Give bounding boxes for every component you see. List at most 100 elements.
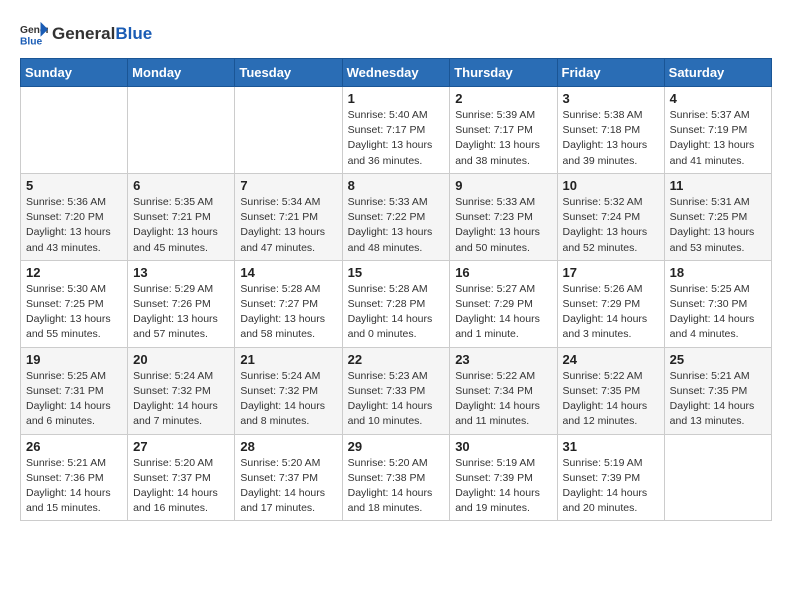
calendar-cell: 9 Sunrise: 5:33 AMSunset: 7:23 PMDaylight… xyxy=(450,173,557,260)
week-row-3: 12Sunrise: 5:30 AMSunset: 7:25 PMDayligh… xyxy=(21,260,772,347)
calendar-cell: 31 Sunrise: 5:19 AMSunset: 7:39 PMDayligh… xyxy=(557,434,664,521)
calendar-cell xyxy=(664,434,771,521)
week-row-1: 1Sunrise: 5:40 AMSunset: 7:17 PMDaylight… xyxy=(21,87,772,174)
calendar-cell: 25 Sunrise: 5:21 AMSunset: 7:35 PMDayligh… xyxy=(664,347,771,434)
day-info: Sunrise: 5:22 AMSunset: 7:34 PMDaylight:… xyxy=(455,369,551,430)
weekday-header-sunday: Sunday xyxy=(21,59,128,87)
day-info: Sunrise: 5:34 AMSunset: 7:21 PMDaylight:… xyxy=(240,195,336,256)
weekday-header-tuesday: Tuesday xyxy=(235,59,342,87)
day-info: Sunrise: 5:29 AMSunset: 7:26 PMDaylight:… xyxy=(133,282,229,343)
calendar-cell xyxy=(128,87,235,174)
day-number: 20 xyxy=(133,352,229,367)
week-row-2: 5 Sunrise: 5:36 AMSunset: 7:20 PMDaylight… xyxy=(21,173,772,260)
day-number: 3 xyxy=(563,91,659,106)
day-info: Sunrise: 5:20 AMSunset: 7:38 PMDaylight:… xyxy=(348,456,445,517)
calendar-cell: 19Sunrise: 5:25 AMSunset: 7:31 PMDayligh… xyxy=(21,347,128,434)
day-number: 24 xyxy=(563,352,659,367)
calendar-cell: 21Sunrise: 5:24 AMSunset: 7:32 PMDayligh… xyxy=(235,347,342,434)
page-header: General Blue GeneralBlue xyxy=(20,20,772,48)
logo-icon: General Blue xyxy=(20,20,48,48)
day-number: 31 xyxy=(563,439,659,454)
day-number: 14 xyxy=(240,265,336,280)
day-number: 9 xyxy=(455,178,551,193)
calendar-cell xyxy=(21,87,128,174)
day-info: Sunrise: 5:26 AMSunset: 7:29 PMDaylight:… xyxy=(563,282,659,343)
day-info: Sunrise: 5:21 AMSunset: 7:36 PMDaylight:… xyxy=(26,456,122,517)
calendar-cell: 23 Sunrise: 5:22 AMSunset: 7:34 PMDayligh… xyxy=(450,347,557,434)
day-number: 26 xyxy=(26,439,122,454)
day-info: Sunrise: 5:20 AMSunset: 7:37 PMDaylight:… xyxy=(133,456,229,517)
logo-blue: Blue xyxy=(115,24,152,43)
day-info: Sunrise: 5:33 AMSunset: 7:22 PMDaylight:… xyxy=(348,195,445,256)
calendar-cell: 7 Sunrise: 5:34 AMSunset: 7:21 PMDaylight… xyxy=(235,173,342,260)
svg-text:Blue: Blue xyxy=(20,36,43,47)
day-number: 21 xyxy=(240,352,336,367)
calendar-cell: 8 Sunrise: 5:33 AMSunset: 7:22 PMDaylight… xyxy=(342,173,450,260)
day-number: 1 xyxy=(348,91,445,106)
day-info: Sunrise: 5:24 AMSunset: 7:32 PMDaylight:… xyxy=(133,369,229,430)
weekday-header-saturday: Saturday xyxy=(664,59,771,87)
calendar-cell: 14 Sunrise: 5:28 AMSunset: 7:27 PMDayligh… xyxy=(235,260,342,347)
day-info: Sunrise: 5:27 AMSunset: 7:29 PMDaylight:… xyxy=(455,282,551,343)
day-info: Sunrise: 5:19 AMSunset: 7:39 PMDaylight:… xyxy=(563,456,659,517)
calendar-cell: 4 Sunrise: 5:37 AMSunset: 7:19 PMDaylight… xyxy=(664,87,771,174)
day-number: 2 xyxy=(455,91,551,106)
day-number: 27 xyxy=(133,439,229,454)
day-number: 6 xyxy=(133,178,229,193)
day-info: Sunrise: 5:28 AMSunset: 7:27 PMDaylight:… xyxy=(240,282,336,343)
calendar-cell: 15Sunrise: 5:28 AMSunset: 7:28 PMDayligh… xyxy=(342,260,450,347)
week-row-5: 26 Sunrise: 5:21 AMSunset: 7:36 PMDayligh… xyxy=(21,434,772,521)
calendar-cell: 11 Sunrise: 5:31 AMSunset: 7:25 PMDayligh… xyxy=(664,173,771,260)
day-info: Sunrise: 5:31 AMSunset: 7:25 PMDaylight:… xyxy=(670,195,766,256)
day-info: Sunrise: 5:25 AMSunset: 7:30 PMDaylight:… xyxy=(670,282,766,343)
calendar-cell: 28Sunrise: 5:20 AMSunset: 7:37 PMDayligh… xyxy=(235,434,342,521)
calendar-cell: 3 Sunrise: 5:38 AMSunset: 7:18 PMDaylight… xyxy=(557,87,664,174)
calendar-cell: 10Sunrise: 5:32 AMSunset: 7:24 PMDayligh… xyxy=(557,173,664,260)
calendar-cell: 5 Sunrise: 5:36 AMSunset: 7:20 PMDaylight… xyxy=(21,173,128,260)
day-number: 29 xyxy=(348,439,445,454)
calendar-cell: 29 Sunrise: 5:20 AMSunset: 7:38 PMDayligh… xyxy=(342,434,450,521)
calendar-cell xyxy=(235,87,342,174)
day-info: Sunrise: 5:39 AMSunset: 7:17 PMDaylight:… xyxy=(455,108,551,169)
calendar-cell: 20 Sunrise: 5:24 AMSunset: 7:32 PMDayligh… xyxy=(128,347,235,434)
day-info: Sunrise: 5:33 AMSunset: 7:23 PMDaylight:… xyxy=(455,195,551,256)
day-info: Sunrise: 5:22 AMSunset: 7:35 PMDaylight:… xyxy=(563,369,659,430)
day-info: Sunrise: 5:19 AMSunset: 7:39 PMDaylight:… xyxy=(455,456,551,517)
logo: General Blue GeneralBlue xyxy=(20,20,152,48)
calendar-cell: 24 Sunrise: 5:22 AMSunset: 7:35 PMDayligh… xyxy=(557,347,664,434)
day-number: 22 xyxy=(348,352,445,367)
day-number: 5 xyxy=(26,178,122,193)
calendar-cell: 27 Sunrise: 5:20 AMSunset: 7:37 PMDayligh… xyxy=(128,434,235,521)
day-number: 13 xyxy=(133,265,229,280)
day-number: 25 xyxy=(670,352,766,367)
day-number: 19 xyxy=(26,352,122,367)
day-number: 17 xyxy=(563,265,659,280)
day-number: 11 xyxy=(670,178,766,193)
day-info: Sunrise: 5:32 AMSunset: 7:24 PMDaylight:… xyxy=(563,195,659,256)
logo-general: General xyxy=(52,24,115,43)
day-info: Sunrise: 5:36 AMSunset: 7:20 PMDaylight:… xyxy=(26,195,122,256)
day-number: 16 xyxy=(455,265,551,280)
day-info: Sunrise: 5:35 AMSunset: 7:21 PMDaylight:… xyxy=(133,195,229,256)
calendar-cell: 22Sunrise: 5:23 AMSunset: 7:33 PMDayligh… xyxy=(342,347,450,434)
calendar-cell: 17 Sunrise: 5:26 AMSunset: 7:29 PMDayligh… xyxy=(557,260,664,347)
weekday-header-row: SundayMondayTuesdayWednesdayThursdayFrid… xyxy=(21,59,772,87)
day-info: Sunrise: 5:21 AMSunset: 7:35 PMDaylight:… xyxy=(670,369,766,430)
day-number: 18 xyxy=(670,265,766,280)
day-number: 23 xyxy=(455,352,551,367)
day-info: Sunrise: 5:28 AMSunset: 7:28 PMDaylight:… xyxy=(348,282,445,343)
day-number: 28 xyxy=(240,439,336,454)
day-number: 8 xyxy=(348,178,445,193)
calendar-cell: 12Sunrise: 5:30 AMSunset: 7:25 PMDayligh… xyxy=(21,260,128,347)
weekday-header-monday: Monday xyxy=(128,59,235,87)
day-info: Sunrise: 5:38 AMSunset: 7:18 PMDaylight:… xyxy=(563,108,659,169)
day-info: Sunrise: 5:37 AMSunset: 7:19 PMDaylight:… xyxy=(670,108,766,169)
calendar-cell: 16 Sunrise: 5:27 AMSunset: 7:29 PMDayligh… xyxy=(450,260,557,347)
day-number: 30 xyxy=(455,439,551,454)
day-number: 4 xyxy=(670,91,766,106)
calendar-cell: 26 Sunrise: 5:21 AMSunset: 7:36 PMDayligh… xyxy=(21,434,128,521)
week-row-4: 19Sunrise: 5:25 AMSunset: 7:31 PMDayligh… xyxy=(21,347,772,434)
day-number: 7 xyxy=(240,178,336,193)
calendar-table: SundayMondayTuesdayWednesdayThursdayFrid… xyxy=(20,58,772,521)
weekday-header-friday: Friday xyxy=(557,59,664,87)
